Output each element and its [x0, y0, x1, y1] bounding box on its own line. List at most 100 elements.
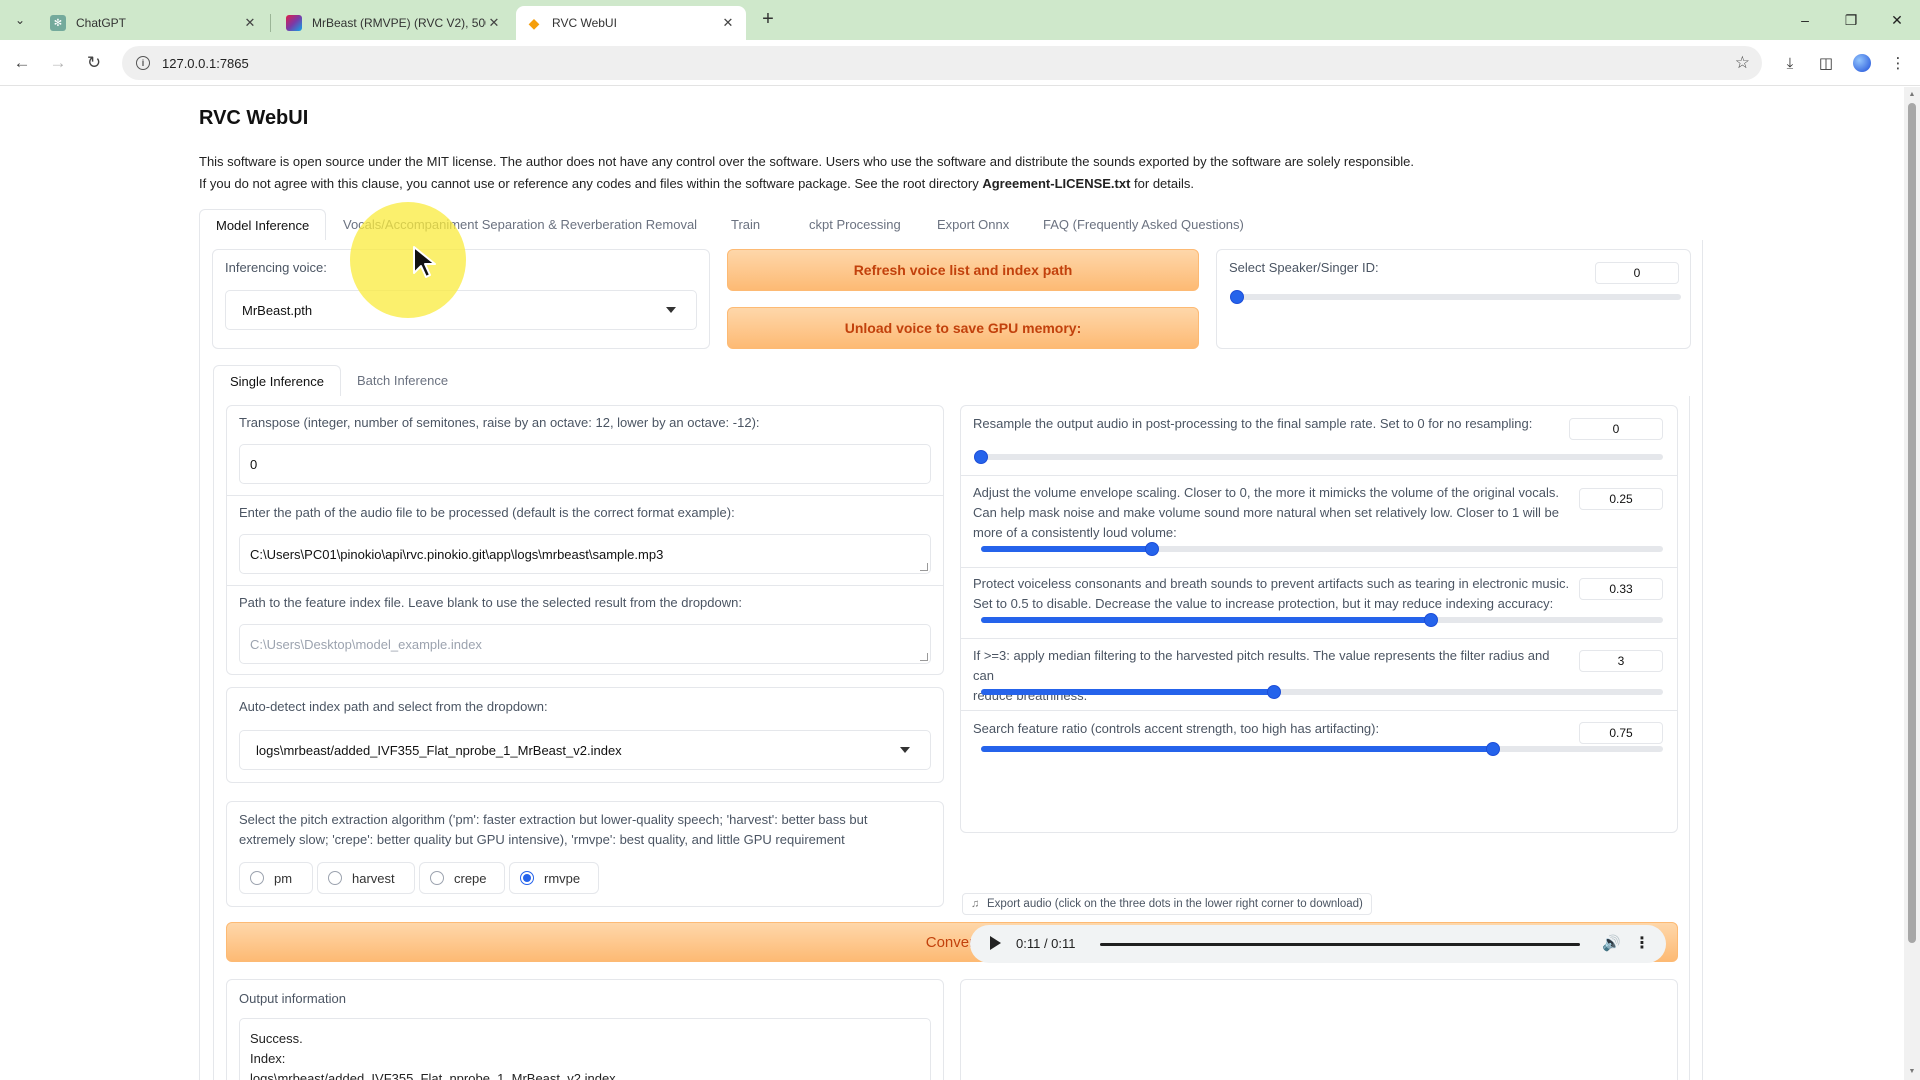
slider-fill: [981, 617, 1432, 623]
browser-toolbar: ← → ↻ i 127.0.0.1:7865 ☆ ⤓ ◫ ⋮: [0, 40, 1920, 86]
slider-thumb[interactable]: [1424, 613, 1439, 627]
resize-handle-icon[interactable]: [920, 653, 928, 661]
tab-search-chevron-icon[interactable]: ⌄: [8, 8, 32, 32]
divider: [961, 638, 1677, 639]
resample-number[interactable]: 0: [1569, 418, 1663, 440]
scroll-up-icon[interactable]: ▲: [1908, 91, 1916, 99]
speaker-id-slider[interactable]: [1230, 290, 1681, 304]
slider-thumb[interactable]: [974, 450, 988, 464]
audio-path-label: Enter the path of the audio file to be p…: [239, 505, 735, 520]
back-arrow-icon[interactable]: ←: [10, 51, 34, 75]
radio-harvest[interactable]: harvest: [317, 862, 415, 894]
scroll-down-icon[interactable]: ▼: [1908, 1068, 1916, 1076]
inferencing-voice-dropdown[interactable]: MrBeast.pth: [225, 290, 697, 330]
browser-tab-rvc-webui[interactable]: ◆ RVC WebUI ✕: [516, 6, 746, 40]
post-processing-group: Resample the output audio in post-proces…: [960, 405, 1678, 833]
radio-circle-icon: [328, 871, 342, 885]
scrollbar-thumb[interactable]: [1908, 103, 1916, 943]
new-tab-plus-icon[interactable]: +: [756, 8, 780, 32]
refresh-voice-list-button[interactable]: Refresh voice list and index path: [727, 249, 1199, 291]
feature-ratio-number[interactable]: 0.75: [1579, 722, 1663, 744]
license-text: for details.: [1130, 176, 1195, 191]
close-tab-icon[interactable]: ✕: [720, 15, 736, 31]
huggingface-favicon-icon: [286, 15, 302, 31]
speaker-id-number[interactable]: 0: [1595, 262, 1679, 284]
index-path-input[interactable]: C:\Users\Desktop\model_example.index: [239, 624, 931, 664]
slider-fill: [981, 546, 1152, 552]
close-window-icon[interactable]: ✕: [1874, 0, 1920, 40]
radio-pm[interactable]: pm: [239, 862, 313, 894]
output-info-textarea[interactable]: Success. Index: logs\mrbeast/added_IVF35…: [239, 1018, 931, 1080]
forward-arrow-icon[interactable]: →: [46, 51, 70, 75]
divider: [227, 585, 943, 586]
page-scrollbar[interactable]: ▲ ▼: [1904, 87, 1920, 1080]
volume-icon[interactable]: 🔊: [1602, 934, 1621, 952]
browser-tab-mrbeast[interactable]: MrBeast (RMVPE) (RVC V2), 500 ✕: [276, 6, 512, 40]
auto-index-dropdown[interactable]: logs\mrbeast/added_IVF355_Flat_nprobe_1_…: [239, 730, 931, 770]
minimize-window-icon[interactable]: –: [1782, 0, 1828, 40]
tab-export-onnx[interactable]: Export Onnx: [921, 209, 1025, 241]
browser-menu-icon[interactable]: ⋮: [1886, 51, 1910, 75]
license-file-name: Agreement-LICENSE.txt: [982, 176, 1131, 191]
profile-avatar-icon[interactable]: [1850, 51, 1874, 75]
more-options-icon[interactable]: ⋮: [1634, 933, 1650, 953]
tab-batch-inference[interactable]: Batch Inference: [341, 365, 464, 397]
chevron-down-icon: [900, 747, 910, 753]
label-line: If >=3: apply median filtering to the ha…: [973, 648, 1550, 683]
median-filter-number[interactable]: 3: [1579, 650, 1663, 672]
player-time: 0:11 / 0:11: [1016, 936, 1076, 951]
radio-rmvpe[interactable]: rmvpe: [509, 862, 599, 894]
volume-envelope-number[interactable]: 0.25: [1579, 488, 1663, 510]
feature-ratio-slider[interactable]: [981, 742, 1663, 756]
pitch-algorithm-label: Select the pitch extraction algorithm ('…: [239, 810, 867, 850]
label-line: Adjust the volume envelope scaling. Clos…: [973, 485, 1559, 500]
close-tab-icon[interactable]: ✕: [486, 15, 502, 31]
download-icon[interactable]: ⤓: [1778, 51, 1802, 75]
volume-envelope-label: Adjust the volume envelope scaling. Clos…: [973, 483, 1573, 543]
bookmark-star-icon[interactable]: ☆: [1735, 53, 1750, 73]
site-info-icon[interactable]: i: [136, 56, 150, 70]
mouse-cursor-icon: [413, 246, 436, 278]
slider-thumb[interactable]: [1485, 742, 1500, 756]
pitch-label-line: Select the pitch extraction algorithm ('…: [239, 812, 868, 827]
divider: [961, 567, 1677, 568]
volume-envelope-slider[interactable]: [981, 542, 1663, 556]
cursor-highlight: [350, 202, 466, 318]
restore-window-icon[interactable]: ❐: [1828, 0, 1874, 40]
tab-single-inference[interactable]: Single Inference: [213, 365, 341, 397]
export-audio-block: [960, 979, 1678, 1080]
radio-label: pm: [274, 870, 293, 886]
chatgpt-favicon-icon: ✻: [50, 15, 66, 31]
tab-train[interactable]: Train: [715, 209, 776, 241]
radio-crepe[interactable]: crepe: [419, 862, 505, 894]
side-panel-icon[interactable]: ◫: [1814, 51, 1838, 75]
tab-ckpt-processing[interactable]: ckpt Processing: [793, 209, 917, 241]
median-filter-slider[interactable]: [981, 685, 1663, 699]
close-tab-icon[interactable]: ✕: [242, 15, 258, 31]
output-line: logs\mrbeast/added_IVF355_Flat_nprobe_1_…: [250, 1071, 616, 1080]
resample-label: Resample the output audio in post-proces…: [973, 416, 1533, 431]
play-icon[interactable]: [990, 936, 1001, 950]
resample-slider[interactable]: [974, 450, 1663, 464]
unload-voice-button[interactable]: Unload voice to save GPU memory:: [727, 307, 1199, 349]
audio-progress-bar[interactable]: [1100, 943, 1580, 946]
slider-thumb[interactable]: [1144, 542, 1159, 556]
browser-tab-chatgpt[interactable]: ✻ ChatGPT ✕: [40, 6, 268, 40]
address-url[interactable]: 127.0.0.1:7865: [162, 56, 249, 71]
resize-handle-icon[interactable]: [920, 563, 928, 571]
address-bar[interactable]: i 127.0.0.1:7865 ☆: [122, 46, 1762, 80]
transpose-input[interactable]: 0: [239, 444, 931, 484]
protect-slider[interactable]: [981, 613, 1663, 627]
tab-title: ChatGPT: [76, 16, 127, 30]
reload-icon[interactable]: ↻: [82, 51, 106, 75]
export-audio-text: Export audio (click on the three dots in…: [987, 898, 1363, 910]
audio-path-input[interactable]: C:\Users\PC01\pinokio\api\rvc.pinokio.gi…: [239, 534, 931, 574]
protect-number[interactable]: 0.33: [1579, 578, 1663, 600]
tab-faq[interactable]: FAQ (Frequently Asked Questions): [1027, 209, 1260, 241]
license-line-2: If you do not agree with this clause, yo…: [199, 173, 1414, 195]
output-info-block: Output information Success. Index: logs\…: [226, 979, 944, 1080]
divider: [227, 495, 943, 496]
slider-thumb[interactable]: [1230, 290, 1244, 304]
tab-model-inference[interactable]: Model Inference: [199, 209, 327, 241]
label-line: Set to 0.5 to disable. Decrease the valu…: [973, 596, 1554, 611]
